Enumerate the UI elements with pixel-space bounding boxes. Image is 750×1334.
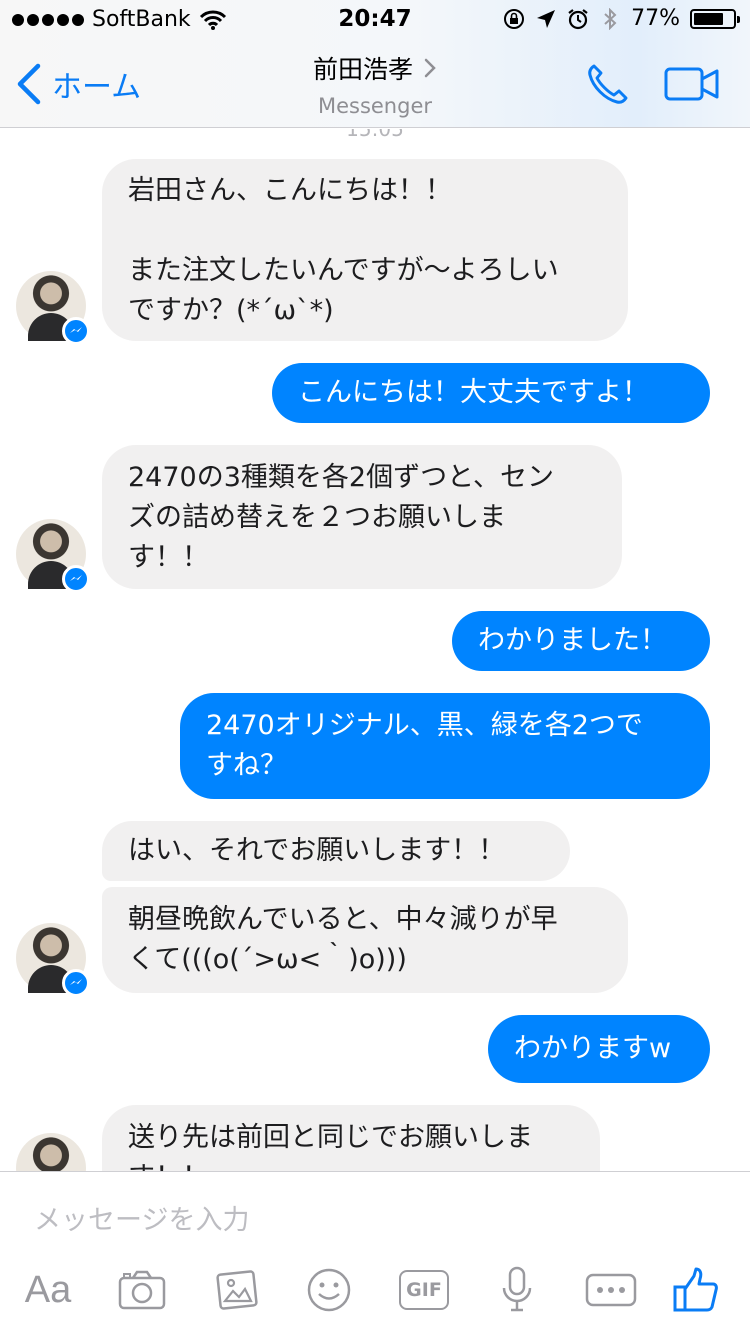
gif-button[interactable]: GIF [397,1262,451,1318]
microphone-icon [502,1266,532,1312]
incoming-message[interactable]: 2470の3種類を各2個ずつと、セン ズの詰め替えを２つお願いしま す！！ [102,445,622,589]
message-line: ズの詰め替えを２つお願いしま [128,502,506,533]
composer-toolbar: Aa GIF [0,1262,750,1322]
battery-icon [690,8,740,29]
message-line: 朝昼晩飲んでいると、中々減りが早 [128,904,558,935]
messenger-badge-icon [62,969,90,997]
message-line: こんにちは！大丈夫ですよ！ [298,377,649,408]
more-button[interactable] [584,1262,638,1318]
microphone-button[interactable] [496,1262,538,1318]
message-line: わかりました！ [478,625,667,656]
camera-button[interactable] [114,1262,170,1318]
message-thread[interactable]: 15:05 岩田さん、こんにちは！！ また注文したいんですが〜よろしい ですか？… [0,129,750,1171]
incoming-message[interactable]: 朝昼晩飲んでいると、中々減りが早 くて(((o(´>ω<｀)o))) [102,887,628,993]
photo-button[interactable] [210,1262,266,1318]
timestamp: 15:05 [346,129,404,141]
incoming-message[interactable]: 岩田さん、こんにちは！！ また注文したいんですが〜よろしい ですか？(*´ω`*… [102,159,628,341]
message-line: はい、それでお願いします！！ [128,835,506,866]
text-format-button[interactable]: Aa [18,1262,78,1318]
emoji-icon [307,1268,351,1312]
conversation-title[interactable]: 前田浩孝 Messenger [0,50,750,118]
incoming-message[interactable]: 送り先は前回と同じでお願いしま す！！ [102,1105,600,1171]
message-line: ですか？(*´ω`*) [128,295,334,326]
avatar[interactable] [16,271,90,345]
message-line: す！！ [128,542,209,573]
composer: Aa GIF [0,1171,750,1334]
message-line: 2470オリジナル、黒、緑を各2つで [206,710,643,741]
contact-name: 前田浩孝 [312,55,413,84]
battery-percent: 77% [631,6,680,31]
rotation-lock-icon [504,8,525,29]
status-bar: SoftBank 20:47 77% [0,0,750,40]
location-arrow-icon [537,9,556,28]
like-icon [673,1267,718,1312]
camera-icon [118,1270,166,1310]
message-line: 送り先は前回と同じでお願いしま [128,1122,533,1153]
message-line: す！！ [128,1158,574,1171]
message-line: また注文したいんですが〜よろしい [128,255,559,286]
chevron-right-icon [424,58,436,78]
avatar[interactable] [16,1133,86,1171]
outgoing-message[interactable]: 2470オリジナル、黒、緑を各2つで すね？ [180,693,710,799]
message-line: すね？ [206,750,287,781]
video-call-icon[interactable] [664,66,720,102]
message-line: くて(((o(´>ω<｀)o))) [128,944,407,975]
conversation-subtitle: Messenger [317,94,433,118]
phone-call-icon[interactable] [584,60,632,108]
more-icon [585,1273,637,1307]
avatar[interactable] [16,519,90,593]
photo-icon [216,1270,258,1310]
text-format-label: Aa [24,1268,72,1311]
avatar[interactable] [16,923,90,997]
incoming-message[interactable]: はい、それでお願いします！！ [102,821,570,881]
outgoing-message[interactable]: わかりますw [488,1015,710,1083]
outgoing-message[interactable]: わかりました！ [452,611,710,671]
message-line: 2470の3種類を各2個ずつと、セン [128,462,554,493]
like-button[interactable] [670,1262,722,1318]
outgoing-message[interactable]: こんにちは！大丈夫ですよ！ [272,363,710,423]
gif-label: GIF [406,1279,442,1301]
bluetooth-icon [604,7,617,30]
messenger-badge-icon [62,317,90,345]
messenger-badge-icon [62,565,90,593]
alarm-icon [568,8,588,29]
gif-icon: GIF [399,1270,449,1310]
nav-header: SoftBank 20:47 77% ホーム 前田浩孝 Messenger [0,0,750,128]
message-input[interactable] [34,1200,634,1240]
emoji-button[interactable] [304,1262,354,1318]
message-line: わかりますw [514,1033,672,1064]
message-line: 岩田さん、こんにちは！！ [128,175,452,206]
